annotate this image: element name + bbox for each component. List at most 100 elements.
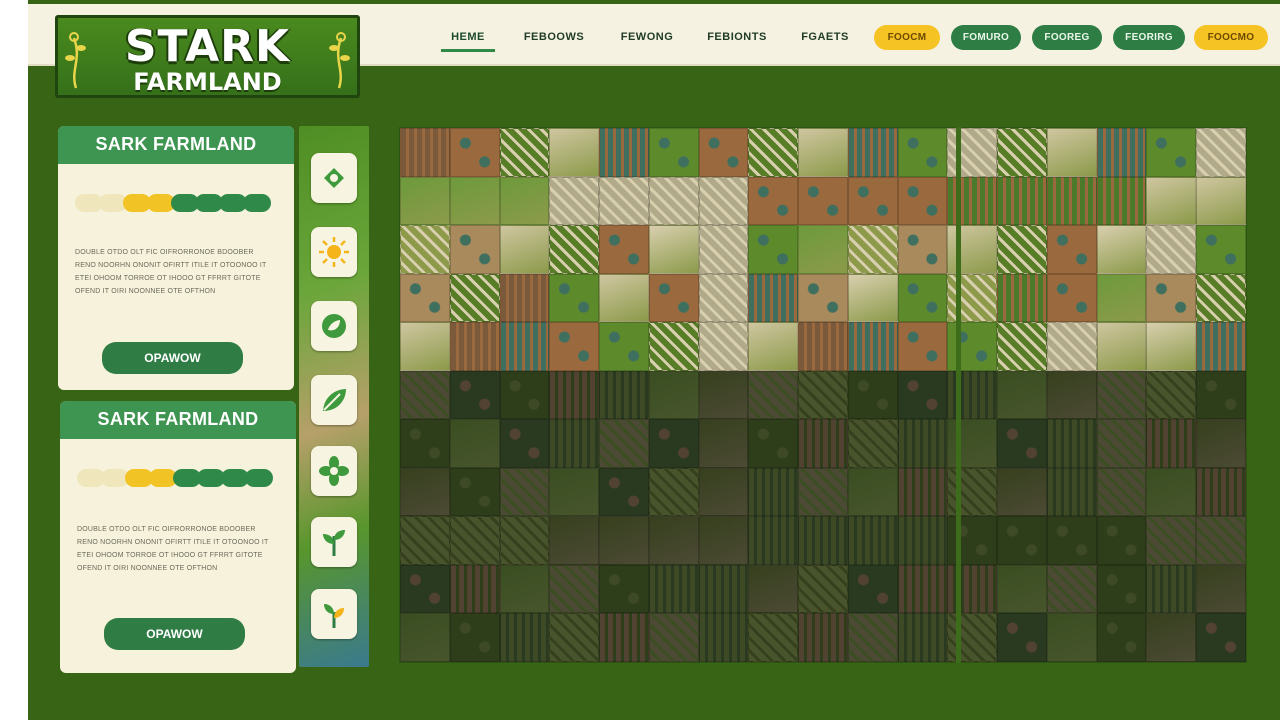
progress-dots (77, 469, 273, 487)
leaf-icon[interactable] (311, 375, 357, 425)
nav-link-home[interactable]: HEME (441, 24, 495, 52)
terrain-tile (1146, 176, 1197, 226)
pill-button-4[interactable]: FEORIRG (1113, 25, 1185, 50)
terrain-tile (1146, 128, 1197, 177)
terrain-tile (499, 322, 550, 371)
card-action-button[interactable]: OPAWOW (102, 342, 243, 374)
terrain-tile (549, 564, 600, 614)
grid-divider (956, 127, 961, 663)
terrain-tile (798, 564, 848, 614)
terrain-tile (698, 613, 749, 662)
terrain-tile (1096, 322, 1147, 371)
flower-icon[interactable] (311, 446, 357, 496)
terrain-tile (1046, 273, 1097, 323)
terrain-tile (1196, 370, 1246, 420)
terrain-tile (648, 273, 699, 323)
terrain-tile (798, 176, 848, 226)
terrain-tile (698, 225, 749, 274)
terrain-tile (1096, 467, 1147, 517)
terrain-tile (599, 419, 649, 468)
terrain-tile (1096, 225, 1147, 274)
terrain-tile (599, 225, 649, 274)
nav-link-3[interactable]: FEWONG (616, 24, 678, 52)
logo[interactable]: STARK FARMLAND (55, 15, 360, 98)
circle-leaf-icon[interactable] (311, 301, 357, 351)
pill-button-3[interactable]: FOOREG (1032, 25, 1102, 50)
terrain-tile (599, 322, 649, 371)
terrain-tile (449, 467, 500, 517)
sun-icon[interactable] (311, 227, 357, 277)
pill-button-5[interactable]: FOOCMO (1194, 25, 1268, 50)
terrain-tile (698, 128, 749, 177)
terrain-tile (1196, 564, 1246, 614)
terrain-tile (499, 370, 550, 420)
terrain-tile (897, 467, 948, 517)
terrain-tile (847, 273, 898, 323)
terrain-tile (648, 467, 699, 517)
terrain-tile (847, 128, 898, 177)
progress-dot (245, 469, 273, 487)
terrain-tile (897, 516, 948, 565)
nav-link-5[interactable]: FGAETS (800, 24, 850, 52)
terrain-tile (400, 516, 450, 565)
terrain-tile (798, 273, 848, 323)
terrain-tile (947, 467, 998, 517)
terrain-tile (400, 370, 450, 420)
terrain-tile (599, 564, 649, 614)
terrain-tile (549, 516, 600, 565)
terrain-tile (449, 516, 500, 565)
terrain-tile (1046, 225, 1097, 274)
terrain-tile (449, 273, 500, 323)
terrain-tile (748, 273, 799, 323)
terrain-tile (997, 467, 1047, 517)
terrain-tile (499, 613, 550, 662)
terrain-tile (400, 564, 450, 614)
terrain-tile (698, 467, 749, 517)
terrain-tile (648, 419, 699, 468)
plant-icon[interactable] (311, 517, 357, 567)
terrain-tile (549, 613, 600, 662)
terrain-tile (798, 225, 848, 274)
terrain-tile (897, 613, 948, 662)
terrain-tile (648, 613, 699, 662)
terrain-tile (847, 176, 898, 226)
card-description: DOUBLE OTDO OLT FIC OIFRORRONOE BDOOBER … (75, 249, 267, 295)
terrain-tile (449, 322, 500, 371)
progress-dot (243, 194, 271, 212)
terrain-tile (1146, 273, 1197, 323)
terrain-tile (947, 419, 998, 468)
terrain-tile (897, 419, 948, 468)
terrain-tile (1196, 128, 1246, 177)
pill-button-2[interactable]: FOMURO (951, 25, 1021, 50)
terrain-tile (947, 370, 998, 420)
terrain-tile (1096, 613, 1147, 662)
pill-button-1[interactable]: FOOCM (874, 25, 940, 50)
card-action-button[interactable]: OPAWOW (104, 618, 245, 650)
terrain-tile (599, 176, 649, 226)
terrain-tile (1146, 613, 1197, 662)
terrain-tile (549, 419, 600, 468)
nav-link-4[interactable]: FEBIONTS (704, 24, 770, 52)
terrain-tile (847, 564, 898, 614)
terrain-tile (499, 176, 550, 226)
terrain-tile (798, 419, 848, 468)
terrain-tile (748, 176, 799, 226)
terrain-tile (1146, 322, 1197, 371)
terrain-tile (1146, 467, 1197, 517)
terrain-tile (1046, 128, 1097, 177)
terrain-tile (400, 613, 450, 662)
seed-icon[interactable] (311, 153, 357, 203)
nav-link-2[interactable]: FEBOOWS (522, 24, 586, 52)
terrain-tile (499, 128, 550, 177)
terrain-tile (499, 467, 550, 517)
terrain-tile (549, 370, 600, 420)
terrain-tile (1046, 370, 1097, 420)
farm-card: SARK FARMLAND DOUBLE OTDO OLT FIC OIFROR… (60, 401, 296, 673)
vine-icon (329, 32, 350, 89)
sprout-icon[interactable] (311, 589, 357, 639)
terrain-tile (798, 516, 848, 565)
terrain-tile (897, 564, 948, 614)
terrain-tile (1096, 273, 1147, 323)
terrain-tile (997, 128, 1047, 177)
card-description: DOUBLE OTDO OLT FIC OIFRORRONOE BDOOBER … (77, 526, 269, 572)
